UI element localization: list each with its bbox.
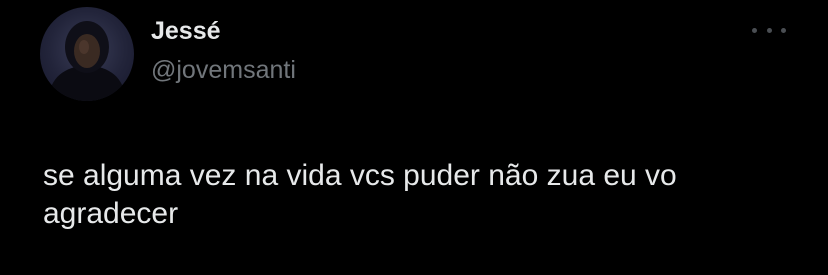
user-avatar-icon (48, 21, 126, 101)
more-options-icon[interactable] (752, 23, 786, 37)
tweet-card[interactable]: Jessé @jovemsanti se alguma vez na vida … (0, 0, 828, 275)
more-dot (781, 27, 786, 33)
author-handle[interactable]: @jovemsanti (151, 55, 296, 85)
avatar[interactable] (40, 7, 134, 101)
tweet-text: se alguma vez na vida vcs puder não zua … (43, 159, 677, 230)
author-display-name[interactable]: Jessé (151, 16, 221, 46)
more-dot (752, 27, 757, 33)
more-dot (766, 27, 772, 33)
